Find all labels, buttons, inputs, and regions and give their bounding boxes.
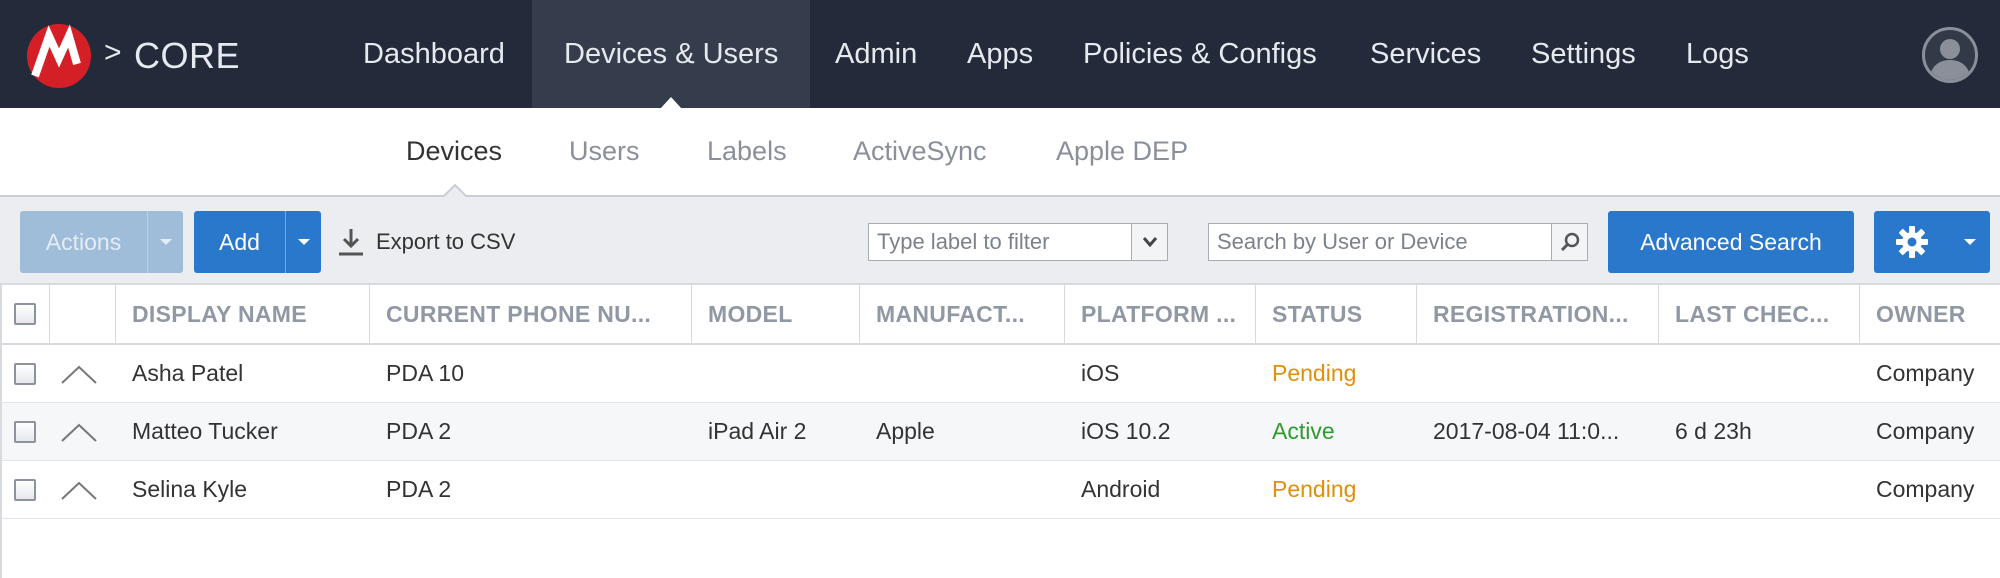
cell-last-check [1659,461,1860,518]
gear-icon [1874,225,1950,259]
add-button-label: Add [219,228,260,255]
cell-owner: Company [1876,418,1975,444]
breadcrumb-separator: > [104,36,122,69]
cell-registration: 2017-08-04 11:0... [1433,418,1620,444]
chevron-down-icon [297,239,310,245]
toolbar: Actions Add Export to CSV Advanced [0,197,2000,285]
actions-button[interactable]: Actions [20,211,183,273]
cell-platform: Android [1081,476,1161,502]
search-icon [1560,232,1579,252]
column-last-check[interactable]: LAST CHEC... [1659,285,1860,343]
cell-registration [1417,461,1659,518]
advanced-search-button[interactable]: Advanced Search [1608,211,1854,273]
cell-manufacturer: Apple [876,418,935,444]
cell-model: iPad Air 2 [708,418,807,444]
search-button[interactable] [1551,224,1587,260]
column-model[interactable]: MODEL [692,285,860,343]
cell-platform: iOS 10.2 [1081,418,1171,444]
chevron-up-icon[interactable] [60,363,98,385]
table-header: DISPLAY NAME CURRENT PHONE NU... MODEL M… [2,285,2000,345]
actions-button-label: Actions [45,228,122,255]
nav-settings[interactable]: Settings [1511,0,1656,108]
chevron-down-icon [1964,239,1976,245]
column-owner[interactable]: OWNER [1860,285,2000,343]
user-avatar-icon[interactable] [1922,27,1978,83]
cell-status: Pending [1272,476,1357,502]
cell-manufacturer [860,461,1065,518]
cell-registration [1417,345,1659,402]
add-button[interactable]: Add [194,211,321,273]
nav-services[interactable]: Services [1350,0,1501,108]
export-csv-label: Export to CSV [376,229,516,254]
column-current-phone-number[interactable]: CURRENT PHONE NU... [370,285,692,343]
search-box[interactable] [1208,223,1588,261]
cell-model [692,461,860,518]
row-checkbox[interactable] [14,421,36,443]
chevron-up-icon[interactable] [60,421,98,443]
subtab-apple-dep[interactable]: Apple DEP [1056,136,1188,167]
subtab-activesync[interactable]: ActiveSync [853,136,987,167]
subtab-users[interactable]: Users [569,136,640,167]
label-filter-input[interactable] [869,224,1131,260]
cell-status: Pending [1272,360,1357,386]
search-input[interactable] [1209,224,1551,260]
sub-navigation: Devices Users Labels ActiveSync Apple DE… [0,108,2000,198]
row-checkbox[interactable] [14,363,36,385]
product-name: CORE [134,35,241,76]
cell-model [692,345,860,402]
nav-policies-configs[interactable]: Policies & Configs [1063,0,1337,108]
chevron-up-icon[interactable] [60,479,98,501]
column-registration[interactable]: REGISTRATION... [1417,285,1659,343]
nav-logs[interactable]: Logs [1666,0,1769,108]
select-all-checkbox[interactable] [14,303,36,325]
subtab-devices[interactable]: Devices [406,136,502,167]
cell-display-name: Matteo Tucker [132,418,278,444]
cell-owner: Company [1876,360,1975,386]
settings-dropdown-toggle[interactable] [1950,211,1990,273]
nav-apps[interactable]: Apps [947,0,1053,108]
label-filter-dropdown-toggle[interactable] [1131,224,1167,260]
cell-phone: PDA 10 [386,360,464,386]
cell-manufacturer [860,345,1065,402]
cell-phone: PDA 2 [386,476,452,502]
cell-phone: PDA 2 [386,418,452,444]
column-manufacturer[interactable]: MANUFACT... [860,285,1065,343]
expand-column-header [50,285,116,343]
cell-platform: iOS [1081,360,1120,386]
select-all-cell [2,285,50,343]
settings-menu-button[interactable] [1874,211,1990,273]
actions-dropdown-toggle[interactable] [147,211,183,273]
table-row[interactable]: Asha Patel PDA 10 iOS Pending Company [2,345,2000,403]
export-csv-button[interactable]: Export to CSV [336,227,515,257]
top-navigation-bar: > CORE Dashboard Devices & Users Admin A… [0,0,2000,109]
chevron-down-icon [1142,237,1157,248]
devices-table: DISPLAY NAME CURRENT PHONE NU... MODEL M… [0,285,2000,578]
cell-last-check: 6 d 23h [1675,418,1752,444]
cell-display-name: Selina Kyle [132,476,248,502]
active-tab-pointer [443,184,467,198]
column-platform[interactable]: PLATFORM ... [1065,285,1256,343]
table-row[interactable]: Matteo Tucker PDA 2 iPad Air 2 Apple iOS… [2,403,2000,461]
cell-owner: Company [1876,476,1975,502]
table-row[interactable]: Selina Kyle PDA 2 Android Pending Compan… [2,461,2000,519]
mobileiron-logo-icon[interactable] [27,24,91,88]
nav-devices-users[interactable]: Devices & Users [532,0,811,109]
row-checkbox[interactable] [14,479,36,501]
chevron-down-icon [159,239,172,245]
cell-display-name: Asha Patel [132,360,244,386]
nav-dashboard[interactable]: Dashboard [343,0,525,108]
subtab-labels[interactable]: Labels [707,136,787,167]
column-status[interactable]: STATUS [1256,285,1417,343]
download-icon [339,229,363,256]
cell-status: Active [1272,418,1335,444]
label-filter-select[interactable] [868,223,1168,261]
add-dropdown-toggle[interactable] [285,211,321,273]
nav-admin[interactable]: Admin [815,0,937,108]
cell-last-check [1659,345,1860,402]
column-display-name[interactable]: DISPLAY NAME [116,285,370,343]
